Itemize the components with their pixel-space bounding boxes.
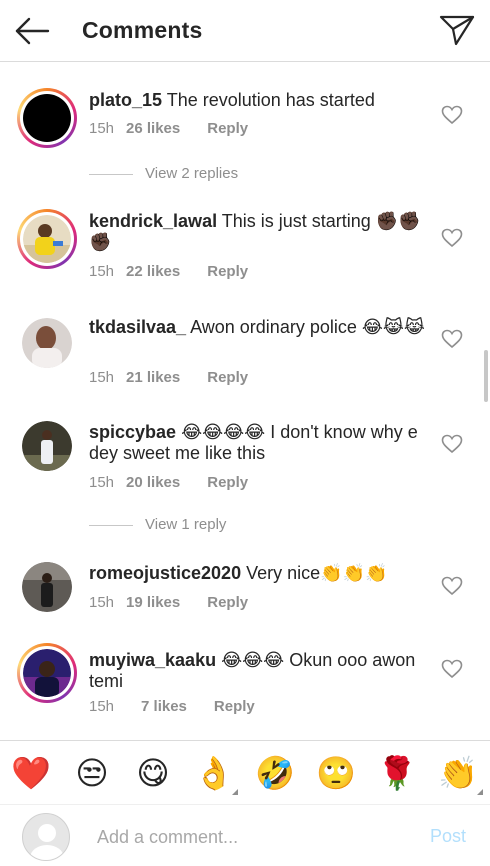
comment-username[interactable]: plato_15 — [89, 90, 162, 110]
comment-text: spiccybae 😂😂😂😂 I don't know why e dey sw… — [89, 422, 431, 464]
heart-outline-icon[interactable] — [441, 434, 463, 454]
reply-button[interactable]: Reply — [207, 474, 248, 491]
scrollbar-thumb[interactable] — [484, 350, 488, 402]
user-avatar-icon — [22, 813, 70, 861]
top-bar: Comments — [0, 0, 490, 62]
avatar-photo — [23, 215, 71, 263]
page-title: Comments — [82, 17, 203, 43]
avatar[interactable] — [22, 318, 72, 368]
comment-likes[interactable]: 26 likes — [126, 120, 180, 137]
comment-time: 15h — [89, 698, 115, 715]
comment-username[interactable]: kendrick_lawal — [89, 211, 217, 231]
avatar[interactable] — [22, 421, 72, 471]
view-replies-label[interactable]: View 2 replies — [145, 165, 238, 182]
view-replies-label[interactable]: View 1 reply — [145, 516, 226, 533]
comment-meta: 15h 26 likes Reply — [89, 120, 248, 137]
comment-text: romeojustice2020 Very nice👏👏👏 — [89, 563, 431, 584]
avatar-photo — [22, 562, 72, 612]
reply-button[interactable]: Reply — [214, 698, 255, 715]
heart-outline-icon[interactable] — [441, 228, 463, 248]
comment-likes[interactable]: 7 likes — [141, 698, 187, 715]
comment-likes[interactable]: 21 likes — [126, 369, 180, 386]
avatar[interactable] — [17, 88, 77, 148]
reply-button[interactable]: Reply — [207, 594, 248, 611]
comment-username[interactable]: tkdasilvaa_ — [89, 317, 186, 337]
comment-time: 15h — [89, 474, 115, 491]
paper-plane-icon[interactable] — [438, 12, 476, 48]
comment-likes[interactable]: 20 likes — [126, 474, 180, 491]
comments-list[interactable]: plato_15 The revolution has started 15h 2… — [0, 63, 490, 736]
yum-emoji-button[interactable]: 😋 — [133, 753, 173, 793]
comment-time: 15h — [89, 120, 115, 137]
comment-body: Awon ordinary police 😂😹😹 — [190, 317, 425, 337]
comment-text: muyiwa_kaaku 😂😂😂 Okun ooo awon temi — [89, 650, 431, 692]
avatar[interactable] — [22, 562, 72, 612]
rofl-emoji-button[interactable]: 🤣 — [255, 753, 295, 793]
comment-meta: 15h 20 likes Reply — [89, 474, 248, 491]
skin-tone-indicator — [232, 789, 238, 795]
quick-emoji-bar: ❤️ 😒 😋 👌 🤣 🙄 🌹 👏 — [0, 740, 490, 804]
comment-text: tkdasilvaa_ Awon ordinary police 😂😹😹 — [89, 317, 431, 338]
post-button[interactable]: Post — [430, 826, 466, 847]
view-replies-button[interactable]: View 1 reply — [89, 516, 226, 533]
comment-meta: 15h 21 likes Reply — [89, 369, 248, 386]
reply-button[interactable]: Reply — [207, 120, 248, 137]
comment-input[interactable] — [97, 824, 397, 850]
avatar-photo — [22, 421, 72, 471]
comment-likes[interactable]: 19 likes — [126, 594, 180, 611]
heart-emoji-button[interactable]: ❤️ — [11, 753, 51, 793]
heart-outline-icon[interactable] — [441, 105, 463, 125]
comment-time: 15h — [89, 369, 115, 386]
comment-meta: 15h 19 likes Reply — [89, 594, 248, 611]
ok-hand-emoji-button[interactable]: 👌 — [194, 753, 234, 793]
divider — [89, 524, 133, 526]
heart-outline-icon[interactable] — [441, 576, 463, 596]
comment-composer: Post — [0, 804, 490, 866]
avatar-photo — [23, 649, 71, 697]
divider — [89, 173, 133, 175]
comment-body: The revolution has started — [166, 90, 375, 110]
avatar[interactable] — [17, 643, 77, 703]
rose-emoji-button[interactable]: 🌹 — [377, 753, 417, 793]
comment-username[interactable]: muyiwa_kaaku — [89, 650, 216, 670]
comment-text: kendrick_lawal This is just starting ✊🏿✊… — [89, 211, 431, 253]
back-arrow-icon[interactable] — [12, 14, 52, 48]
comment-meta: 15h 22 likes Reply — [89, 263, 248, 280]
comment-time: 15h — [89, 263, 115, 280]
comment-meta: 15h 7 likes Reply — [89, 698, 255, 715]
comment-body: Very nice👏👏👏 — [246, 563, 388, 583]
comment-likes[interactable]: 22 likes — [126, 263, 180, 280]
comment-username[interactable]: romeojustice2020 — [89, 563, 241, 583]
skin-tone-indicator — [477, 789, 483, 795]
view-replies-button[interactable]: View 2 replies — [89, 165, 238, 182]
heart-outline-icon[interactable] — [441, 659, 463, 679]
comment-time: 15h — [89, 594, 115, 611]
clap-emoji-button[interactable]: 👏 — [438, 753, 478, 793]
comment-username[interactable]: spiccybae — [89, 422, 176, 442]
unamused-emoji-button[interactable]: 😒 — [72, 753, 112, 793]
heart-outline-icon[interactable] — [441, 329, 463, 349]
comment-text: plato_15 The revolution has started — [89, 90, 431, 111]
avatar-photo — [22, 318, 72, 368]
eye-roll-emoji-button[interactable]: 🙄 — [316, 753, 356, 793]
reply-button[interactable]: Reply — [207, 263, 248, 280]
reply-button[interactable]: Reply — [207, 369, 248, 386]
avatar[interactable] — [17, 209, 77, 269]
